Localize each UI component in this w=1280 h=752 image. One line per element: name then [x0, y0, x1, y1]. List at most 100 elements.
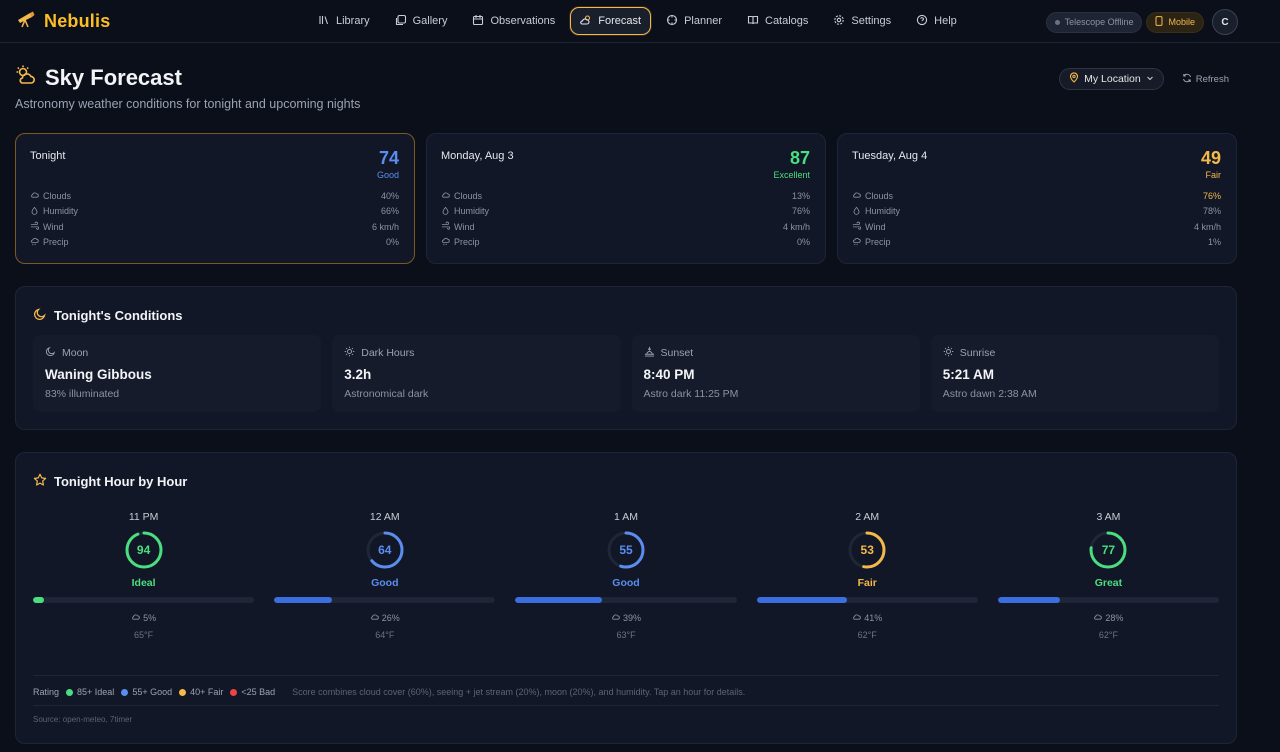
cloud-bar — [274, 597, 496, 603]
top-nav-bar: Nebulis Library Gallery Observations For… — [0, 0, 1280, 43]
nav-item-settings[interactable]: Settings — [823, 7, 901, 35]
refresh-button[interactable]: Refresh — [1174, 73, 1237, 86]
day-score: 49 — [1200, 148, 1221, 168]
legend-label: 85+ Ideal — [77, 687, 115, 697]
legend-label: 40+ Fair — [190, 687, 224, 697]
cloud-bar-fill — [756, 597, 848, 603]
condition-label: Moon — [62, 347, 89, 359]
gear-icon — [833, 14, 845, 29]
cloud-icon — [131, 612, 140, 623]
metric-label: Precip — [454, 237, 480, 248]
avatar[interactable]: C — [1212, 9, 1238, 35]
cloud-sun-icon — [15, 64, 37, 91]
metric-label: Humidity — [43, 206, 79, 217]
day-name: Monday, Aug 3 — [441, 150, 514, 162]
legend-label: 55+ Good — [132, 687, 173, 697]
legend-title: Rating — [33, 687, 60, 697]
hour-item[interactable]: 11 PM 94 Ideal 5% 65°F — [33, 511, 255, 640]
day-card[interactable]: Tuesday, Aug 4 49 Fair Clouds 76% Humidity 78%… — [837, 133, 1237, 264]
day-card[interactable]: Tonight 74 Good Clouds 40% Humidity 66% Wind 6 k… — [15, 133, 415, 264]
condition-label: Sunrise — [959, 347, 996, 359]
page-header: Sky Forecast Astronomy weather condition… — [15, 64, 1237, 112]
metric-label: Precip — [43, 237, 69, 248]
wind-value: 4 km/h — [1193, 221, 1221, 232]
gallery-icon — [395, 14, 407, 29]
cloud-bar-fill — [33, 597, 45, 603]
telescope-icon — [16, 9, 36, 34]
hour-time: 3 AM — [1096, 511, 1121, 523]
location-label: My Location — [1084, 73, 1141, 85]
nav-label: Forecast — [598, 15, 642, 27]
metric-label: Clouds — [454, 190, 483, 201]
legend-swatch — [66, 688, 74, 696]
moon-icon — [45, 346, 56, 360]
clouds-value: 40% — [380, 190, 399, 201]
nav-item-observations[interactable]: Observations — [462, 7, 565, 35]
hour-score: 64 — [378, 543, 392, 557]
clouds-value: 13% — [791, 190, 810, 201]
nav-label: Settings — [851, 15, 892, 27]
mobile-badge[interactable]: Mobile — [1146, 11, 1204, 33]
rain-icon — [441, 237, 450, 248]
location-select[interactable]: My Location — [1059, 68, 1164, 90]
sun-icon — [344, 346, 355, 360]
hour-item[interactable]: 1 AM 55 Good 39% 63°F — [515, 511, 737, 640]
day-rating: Fair — [1205, 169, 1222, 180]
hour-rating: Great — [1094, 577, 1123, 589]
telescope-status-badge[interactable]: Telescope Offline — [1045, 11, 1143, 33]
book-icon — [747, 14, 759, 29]
day-name: Tuesday, Aug 4 — [852, 150, 928, 162]
brand[interactable]: Nebulis — [16, 9, 110, 34]
mobile-label: Mobile — [1168, 17, 1195, 27]
hourly-panel: Tonight Hour by Hour 11 PM 94 Ideal 5% 65°F 1… — [15, 452, 1237, 744]
droplet-icon — [852, 206, 861, 217]
cloud-icon — [1093, 612, 1103, 623]
condition-card: Dark Hours 3.2h Astronomical dark — [332, 335, 621, 412]
condition-label: Dark Hours — [361, 347, 415, 359]
cloud-bar-fill — [997, 597, 1060, 603]
nav-item-library[interactable]: Library — [308, 7, 380, 35]
metric-label: Wind — [43, 221, 64, 232]
hour-rating: Good — [371, 577, 399, 589]
condition-card: Sunrise 5:21 AM Astro dawn 2:38 AM — [930, 335, 1219, 412]
data-source: Source: open-meteo, 7timer — [33, 705, 1219, 724]
score-note: Score combines cloud cover (60%), seeing… — [292, 687, 746, 697]
cloud-icon — [30, 190, 39, 201]
page-title: Sky Forecast — [45, 64, 182, 90]
map-pin-icon — [1069, 72, 1079, 86]
precip-value: 0% — [796, 237, 810, 248]
cloud-bar — [515, 597, 737, 603]
condition-sub: Astro dawn 2:38 AM — [942, 388, 1037, 400]
nav-item-gallery[interactable]: Gallery — [385, 7, 458, 35]
nav-item-planner[interactable]: Planner — [656, 7, 732, 35]
legend-label: <25 Bad — [241, 687, 276, 697]
nav-item-help[interactable]: Help — [906, 7, 967, 35]
planner-icon — [666, 14, 678, 29]
legend-item: 55+ Good — [121, 687, 172, 697]
day-card[interactable]: Monday, Aug 3 87 Excellent Clouds 13% Humidit… — [426, 133, 826, 264]
condition-value: 3.2h — [344, 367, 372, 382]
nav-item-forecast[interactable]: Forecast — [570, 7, 652, 35]
hour-item[interactable]: 2 AM 53 Fair 41% 62°F — [756, 511, 978, 640]
wind-value: 4 km/h — [782, 221, 810, 232]
hour-item[interactable]: 12 AM 64 Good 26% 64°F — [274, 511, 496, 640]
legend-swatch — [179, 688, 187, 696]
hour-item[interactable]: 3 AM 77 Great 28% 62°F — [997, 511, 1220, 640]
hour-cloud: 28% — [1105, 612, 1124, 623]
cloud-bar — [756, 597, 978, 603]
wind-icon — [441, 221, 451, 232]
metric-label: Clouds — [865, 190, 894, 201]
hour-temp: 62°F — [1098, 630, 1118, 640]
hour-time: 12 AM — [369, 511, 400, 523]
nav-label: Gallery — [412, 15, 448, 27]
cloud-bar-fill — [515, 597, 602, 603]
humidity-value: 76% — [791, 206, 810, 217]
nav-label: Help — [934, 15, 957, 27]
calendar-icon — [472, 14, 484, 29]
condition-value: 5:21 AM — [942, 367, 995, 382]
condition-sub: 83% illuminated — [45, 388, 120, 400]
legend-item: 85+ Ideal — [66, 687, 114, 697]
metric-label: Wind — [865, 221, 886, 232]
score-ring: 53 — [847, 530, 887, 570]
nav-item-catalogs[interactable]: Catalogs — [737, 7, 818, 35]
